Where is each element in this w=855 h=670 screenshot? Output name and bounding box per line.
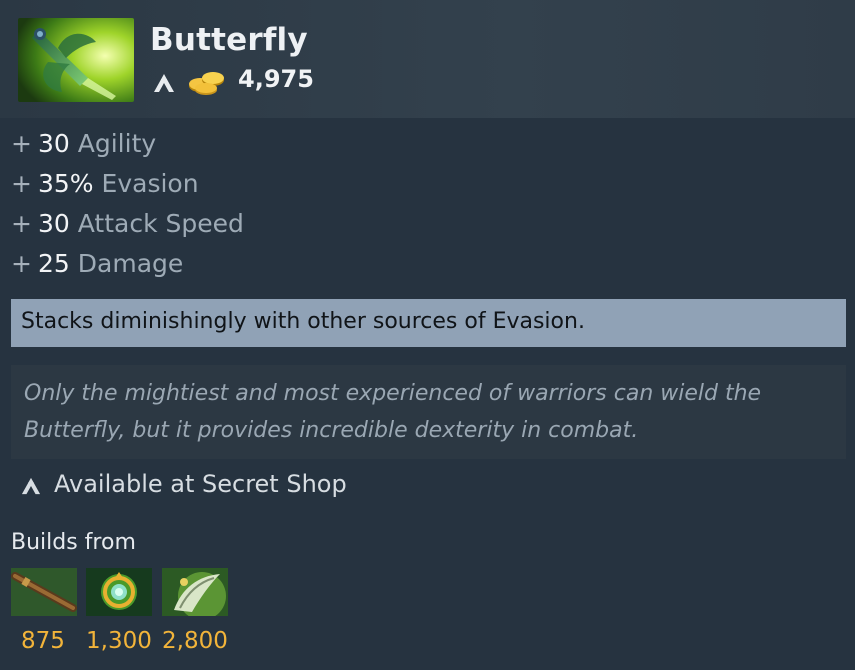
stat-plus: + — [11, 129, 32, 158]
secret-shop-icon — [152, 72, 176, 94]
stat-name: Agility — [77, 129, 157, 158]
note-box: Stacks diminishingly with other sources … — [11, 299, 846, 347]
stat-plus: + — [11, 249, 32, 278]
stat-row: +30 Attack Speed — [11, 208, 244, 248]
stat-value: 25 — [37, 249, 70, 278]
stat-row: +25 Damage — [11, 248, 244, 288]
stat-list: +30 Agility +35% Evasion +30 Attack Speed +… — [11, 128, 244, 288]
stat-value: 30 — [37, 209, 70, 238]
stat-row: +35% Evasion — [11, 168, 244, 208]
butterfly-item-icon — [18, 18, 134, 102]
component-price: 2,800 — [162, 628, 228, 654]
availability-text: Available at Secret Shop — [54, 470, 347, 498]
quarterstaff-icon[interactable] — [11, 568, 77, 616]
component-price: 875 — [21, 628, 65, 654]
secret-shop-icon — [20, 476, 42, 496]
stat-plus: + — [11, 209, 32, 238]
talisman-of-evasion-icon[interactable] — [86, 568, 152, 616]
lore-text: Only the mightiest and most experienced … — [24, 381, 762, 443]
item-cost: 4,975 — [238, 65, 314, 93]
stat-row: +30 Agility — [11, 128, 244, 168]
stat-name: Damage — [77, 249, 184, 278]
stat-name: Attack Speed — [77, 209, 244, 238]
builds-from-label: Builds from — [11, 530, 136, 555]
stat-plus: + — [11, 169, 32, 198]
item-name: Butterfly — [150, 22, 308, 58]
gold-coins-icon — [186, 68, 228, 96]
stat-value: 35% — [37, 169, 94, 198]
component-price: 1,300 — [86, 628, 152, 654]
stat-name: Evasion — [101, 169, 199, 198]
lore-box: Only the mightiest and most experienced … — [11, 365, 846, 459]
stat-value: 30 — [37, 129, 70, 158]
note-text: Stacks diminishingly with other sources … — [21, 309, 585, 334]
tooltip-header: Butterfly 4,975 — [0, 0, 855, 118]
eaglesong-icon[interactable] — [162, 568, 228, 616]
item-tooltip: Butterfly 4,975 +30Agility +35%Evasion — [0, 0, 855, 670]
